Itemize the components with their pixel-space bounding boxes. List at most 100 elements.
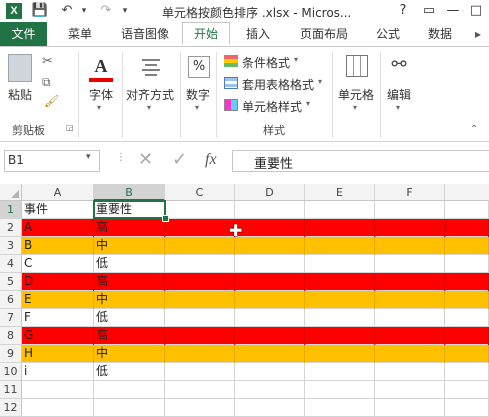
cell-importance[interactable]: [94, 381, 165, 399]
tab-home[interactable]: 开始: [182, 22, 230, 45]
cell-empty[interactable]: [165, 219, 235, 237]
minimize-button[interactable]: —: [442, 1, 464, 21]
tab-file[interactable]: 文件: [0, 22, 47, 46]
maximize-button[interactable]: □: [465, 1, 487, 21]
cell-empty[interactable]: [445, 345, 489, 363]
cell-empty[interactable]: [445, 381, 489, 399]
cell-empty[interactable]: [235, 381, 305, 399]
tab-voice-image[interactable]: 语音图像: [113, 22, 177, 46]
help-button[interactable]: ?: [392, 1, 414, 21]
cell-event[interactable]: i: [22, 363, 94, 381]
format-painter-icon[interactable]: 🖌: [44, 94, 59, 108]
column-header-a[interactable]: A: [22, 184, 94, 201]
cell-empty[interactable]: [445, 327, 489, 345]
tab-page-layout[interactable]: 页面布局: [290, 22, 358, 46]
cell-importance[interactable]: 中: [94, 291, 165, 309]
cell-empty[interactable]: [305, 291, 375, 309]
cell-importance[interactable]: 重要性: [94, 201, 165, 219]
cell-empty[interactable]: [235, 309, 305, 327]
cell-empty[interactable]: [375, 345, 445, 363]
select-all-button[interactable]: [0, 184, 22, 201]
conditional-format-icon[interactable]: [224, 55, 238, 67]
cell-empty[interactable]: [235, 219, 305, 237]
column-header-d[interactable]: D: [235, 184, 305, 201]
cell-empty[interactable]: [305, 327, 375, 345]
cell-empty[interactable]: [305, 309, 375, 327]
tab-formulas[interactable]: 公式: [366, 22, 410, 46]
alignment-button[interactable]: 对齐方式: [126, 86, 174, 103]
cell-empty[interactable]: [235, 255, 305, 273]
cell-empty[interactable]: [445, 309, 489, 327]
cell-empty[interactable]: [305, 255, 375, 273]
cell-empty[interactable]: [305, 363, 375, 381]
cell-importance[interactable]: 中: [94, 345, 165, 363]
cell-importance[interactable]: [94, 399, 165, 417]
row-header[interactable]: 1: [0, 201, 22, 219]
collapse-ribbon-icon[interactable]: ⌃: [470, 124, 478, 135]
row-header[interactable]: 3: [0, 237, 22, 255]
column-header-g[interactable]: [445, 184, 489, 201]
cell-event[interactable]: D: [22, 273, 94, 291]
row-header[interactable]: 8: [0, 327, 22, 345]
cell-empty[interactable]: [235, 363, 305, 381]
row-header[interactable]: 6: [0, 291, 22, 309]
cell-empty[interactable]: [165, 255, 235, 273]
row-header[interactable]: 2: [0, 219, 22, 237]
row-header[interactable]: 11: [0, 381, 22, 399]
number-dropdown-icon[interactable]: ▾: [195, 103, 199, 112]
fill-handle[interactable]: [162, 215, 169, 222]
cell-empty[interactable]: [165, 363, 235, 381]
font-button[interactable]: 字体: [89, 86, 113, 103]
cell-empty[interactable]: [375, 399, 445, 417]
cell-empty[interactable]: [165, 291, 235, 309]
cell-empty[interactable]: [375, 327, 445, 345]
row-header[interactable]: 7: [0, 309, 22, 327]
cell-event[interactable]: B: [22, 237, 94, 255]
cell-empty[interactable]: [375, 201, 445, 219]
number-button[interactable]: 数字: [186, 86, 210, 103]
clipboard-launcher-icon[interactable]: ◲: [66, 123, 74, 132]
row-header[interactable]: 9: [0, 345, 22, 363]
cell-empty[interactable]: [305, 381, 375, 399]
format-as-table-icon[interactable]: [224, 77, 238, 89]
cell-event[interactable]: A: [22, 219, 94, 237]
align-icon[interactable]: [140, 56, 162, 78]
cell-empty[interactable]: [165, 399, 235, 417]
cell-empty[interactable]: [375, 291, 445, 309]
percent-icon[interactable]: %: [188, 56, 210, 78]
cell-importance[interactable]: 高: [94, 219, 165, 237]
cell-importance[interactable]: 中: [94, 237, 165, 255]
cell-empty[interactable]: [235, 201, 305, 219]
customize-toolbar-icon[interactable]: ▾: [116, 2, 134, 20]
cell-empty[interactable]: [305, 201, 375, 219]
cell-empty[interactable]: [375, 273, 445, 291]
cell-empty[interactable]: [375, 255, 445, 273]
paste-button[interactable]: 粘贴: [8, 86, 32, 103]
editing-dropdown-icon[interactable]: ▾: [396, 103, 400, 112]
name-box-dropdown-icon[interactable]: ▾: [86, 152, 91, 162]
cell-empty[interactable]: [445, 291, 489, 309]
cell-empty[interactable]: [375, 381, 445, 399]
cell-empty[interactable]: [375, 309, 445, 327]
tab-menu[interactable]: 菜单: [58, 22, 102, 46]
row-header[interactable]: 5: [0, 273, 22, 291]
cancel-icon[interactable]: ✕: [138, 149, 153, 170]
cell-styles-dropdown-icon[interactable]: ▾: [306, 99, 310, 108]
cell-importance[interactable]: 低: [94, 255, 165, 273]
cell-empty[interactable]: [375, 219, 445, 237]
cell-empty[interactable]: [165, 273, 235, 291]
cell-styles-icon[interactable]: [224, 99, 238, 111]
cell-event[interactable]: H: [22, 345, 94, 363]
cell-event[interactable]: F: [22, 309, 94, 327]
cell-empty[interactable]: [445, 201, 489, 219]
cell-empty[interactable]: [305, 345, 375, 363]
cell-empty[interactable]: [445, 399, 489, 417]
cell-empty[interactable]: [445, 363, 489, 381]
font-dropdown-icon[interactable]: ▾: [97, 103, 101, 112]
cell-empty[interactable]: [445, 273, 489, 291]
cell-event[interactable]: E: [22, 291, 94, 309]
cell-importance[interactable]: 高: [94, 327, 165, 345]
cell-importance[interactable]: 高: [94, 273, 165, 291]
cell-empty[interactable]: [165, 345, 235, 363]
conditional-format-button[interactable]: 条件格式: [242, 54, 290, 71]
